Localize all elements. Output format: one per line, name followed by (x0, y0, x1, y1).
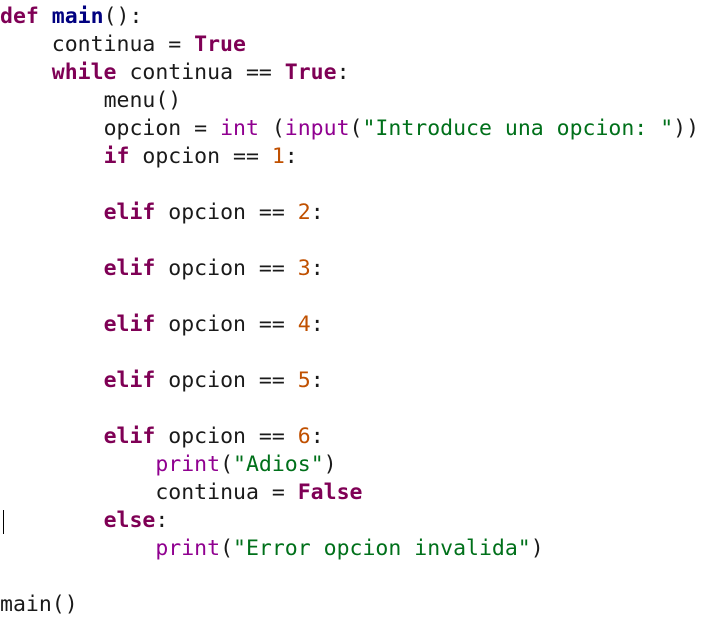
keyword-token: True (284, 60, 337, 85)
code-text: opcion == (155, 256, 298, 281)
number-literal: 1 (271, 144, 285, 169)
number-literal: 6 (297, 424, 311, 449)
string-literal: "Adios" (233, 452, 324, 477)
keyword-token: elif (103, 424, 156, 449)
code-text: continua == (116, 60, 285, 85)
keyword-token: else (103, 508, 156, 533)
code-line[interactable]: continua = True (0, 31, 246, 59)
code-line[interactable]: print("Adios") (0, 451, 337, 479)
code-line[interactable]: menu() (0, 87, 182, 115)
code-text: opcion == (155, 368, 298, 393)
code-text: opcion = (103, 116, 221, 141)
code-text: )) (673, 116, 700, 141)
code-line[interactable]: opcion = int (input("Introduce una opcio… (0, 115, 699, 143)
keyword-token: if (103, 144, 130, 169)
code-line[interactable]: while continua == True: (0, 59, 350, 87)
keyword-token: def (0, 4, 39, 29)
code-line[interactable]: elif opcion == 6: (0, 423, 324, 451)
code-line[interactable]: elif opcion == 3: (0, 255, 324, 283)
code-text: ( (220, 536, 234, 561)
text-caret (3, 510, 4, 534)
builtin-token: int (220, 116, 259, 141)
builtin-token: print (155, 452, 221, 477)
code-line[interactable]: elif opcion == 5: (0, 367, 324, 395)
number-literal: 2 (297, 200, 311, 225)
code-text: continua = (51, 32, 195, 57)
code-text: menu() (103, 88, 182, 113)
code-text: : (310, 256, 324, 281)
code-text: : (310, 368, 324, 393)
builtin-token: input (284, 116, 350, 141)
code-text: opcion == (155, 424, 298, 449)
code-text: main() (0, 592, 78, 617)
number-literal: 3 (297, 256, 311, 281)
code-text: ) (530, 536, 544, 561)
code-text: : (284, 144, 298, 169)
code-line[interactable]: if opcion == 1: (0, 143, 298, 171)
keyword-token: False (297, 480, 363, 505)
keyword-token: elif (103, 200, 156, 225)
code-text: ( (349, 116, 363, 141)
code-line[interactable]: continua = False (0, 479, 362, 507)
code-text: ( (258, 116, 285, 141)
code-line[interactable]: def main(): (0, 3, 142, 31)
code-text: : (155, 508, 169, 533)
keyword-token: elif (103, 312, 156, 337)
keyword-token: elif (103, 256, 156, 281)
code-text: : (310, 200, 324, 225)
code-text: (): (103, 4, 143, 29)
string-literal: "Introduce una opcion: " (362, 116, 674, 141)
code-text: continua = (155, 480, 298, 505)
code-text: ) (323, 452, 337, 477)
code-line[interactable]: else: (0, 507, 169, 535)
code-line[interactable]: elif opcion == 4: (0, 311, 324, 339)
keyword-token: while (51, 60, 117, 85)
code-text: opcion == (155, 312, 298, 337)
code-text: : (336, 60, 350, 85)
code-line[interactable]: print("Error opcion invalida") (0, 535, 544, 563)
code-text: opcion == (155, 200, 298, 225)
code-line[interactable]: main() (0, 591, 78, 619)
code-text: : (310, 312, 324, 337)
code-editor[interactable]: def main(): continua = True while contin… (0, 0, 710, 622)
code-text: ( (220, 452, 234, 477)
number-literal: 5 (297, 368, 311, 393)
number-literal: 4 (297, 312, 311, 337)
code-text: : (310, 424, 324, 449)
code-text: opcion == (129, 144, 272, 169)
keyword-token: elif (103, 368, 156, 393)
keyword-token: True (194, 32, 246, 57)
function-name-token: main (51, 4, 104, 29)
builtin-token: print (155, 536, 221, 561)
string-literal: "Error opcion invalida" (233, 536, 531, 561)
code-line[interactable]: elif opcion == 2: (0, 199, 324, 227)
